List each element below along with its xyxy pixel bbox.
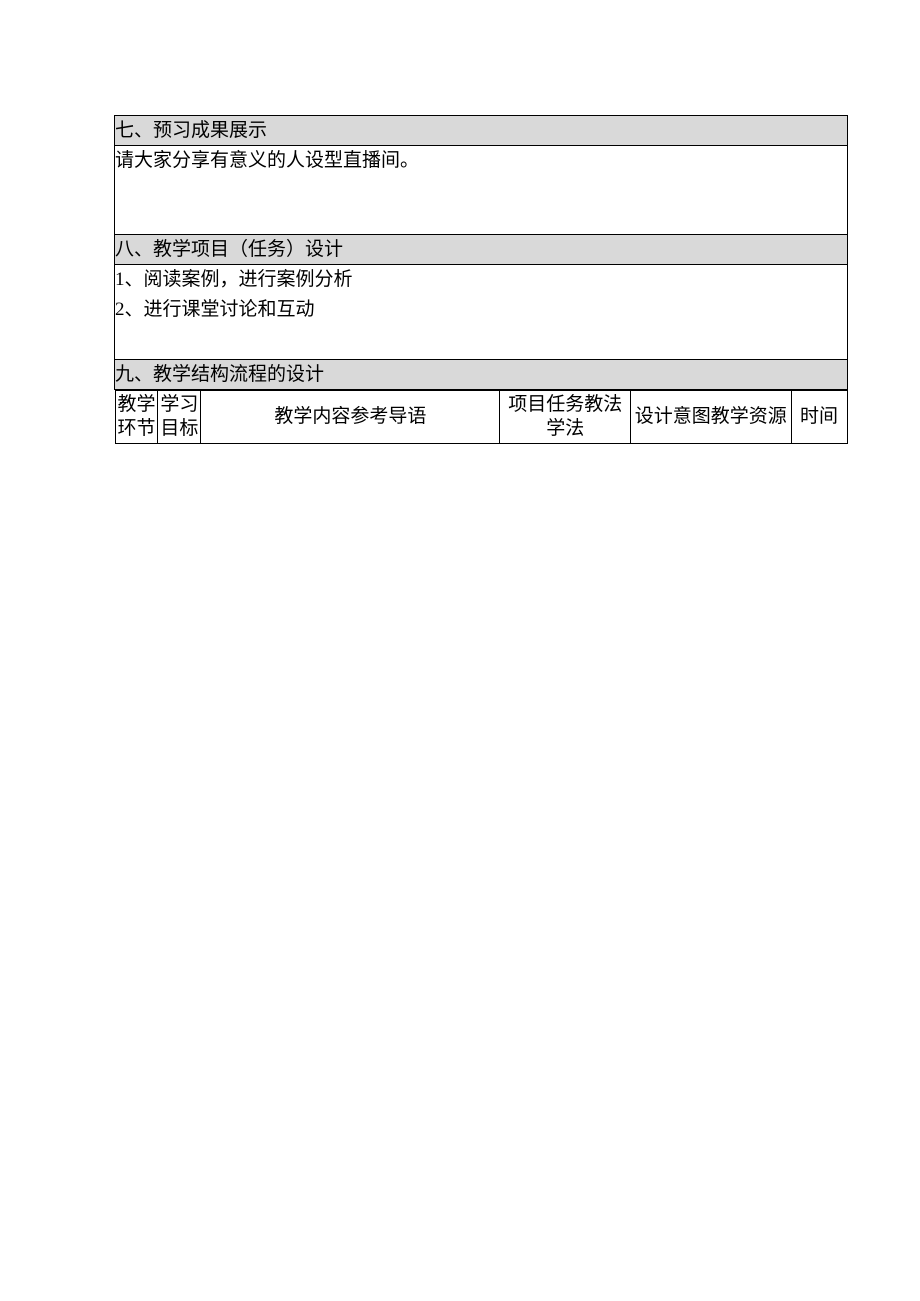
- lesson-plan-table: 七、预习成果展示 请大家分享有意义的人设型直播间。 八、教学项目（任务）设计 1…: [114, 115, 848, 444]
- section-8-line1: 1、阅读案例，进行案例分析: [115, 265, 847, 295]
- col-learning-goal: 学习目标: [158, 391, 201, 444]
- col-time-label: 时间: [800, 406, 838, 427]
- document-page: 七、预习成果展示 请大家分享有意义的人设型直播间。 八、教学项目（任务）设计 1…: [0, 0, 920, 1301]
- col-task-method: 项目任务教法学法: [500, 391, 631, 444]
- col-design-resource-label: 设计意图教学资源: [635, 406, 787, 427]
- col-teaching-stage: 教学环节: [115, 391, 158, 444]
- col-learning-goal-label: 学习目标: [160, 394, 198, 439]
- flow-design-table: 教学环节 学习目标 教学内容参考导语 项目任务教法学法 设计意图教学资源: [115, 390, 848, 444]
- section-7-body: 请大家分享有意义的人设型直播间。: [115, 146, 848, 235]
- section-8-header: 八、教学项目（任务）设计: [115, 235, 848, 265]
- section-9-body: 教学环节 学习目标 教学内容参考导语 项目任务教法学法 设计意图教学资源: [115, 390, 848, 445]
- section-7-text: 请大家分享有意义的人设型直播间。: [115, 150, 419, 171]
- col-design-resource: 设计意图教学资源: [631, 391, 792, 444]
- col-time: 时间: [791, 391, 847, 444]
- section-8-line2: 2、进行课堂讨论和互动: [115, 295, 847, 325]
- section-7-header: 七、预习成果展示: [115, 116, 848, 146]
- section-9-header: 九、教学结构流程的设计: [115, 360, 848, 390]
- table-header-row: 教学环节 学习目标 教学内容参考导语 项目任务教法学法 设计意图教学资源: [115, 391, 847, 444]
- col-task-method-label: 项目任务教法学法: [508, 394, 622, 439]
- col-content-guide-label: 教学内容参考导语: [274, 406, 426, 427]
- section-8-body: 1、阅读案例，进行案例分析 2、进行课堂讨论和互动: [115, 265, 848, 360]
- col-content-guide: 教学内容参考导语: [201, 391, 500, 444]
- col-teaching-stage-label: 教学环节: [117, 394, 155, 439]
